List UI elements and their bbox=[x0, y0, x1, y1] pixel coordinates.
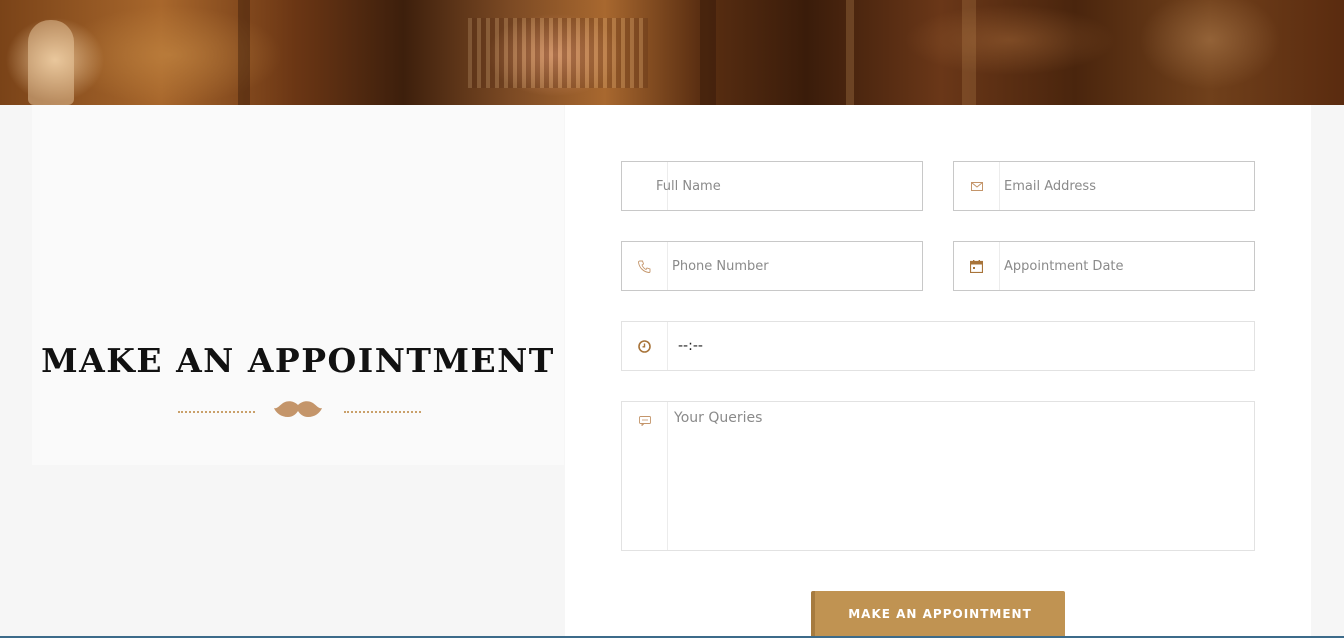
full-name-field bbox=[621, 161, 923, 211]
phone-input[interactable] bbox=[672, 242, 917, 290]
queries-field bbox=[621, 401, 1255, 551]
email-input[interactable] bbox=[1004, 162, 1249, 210]
hero-bottle-shelf-shape bbox=[468, 18, 648, 88]
hero-stripe bbox=[846, 0, 854, 105]
appointment-time-input[interactable] bbox=[678, 322, 1238, 370]
phone-field bbox=[621, 241, 923, 291]
phone-icon bbox=[622, 242, 668, 290]
hero-stripe bbox=[238, 0, 250, 105]
appointment-time-field bbox=[621, 321, 1255, 371]
full-name-input[interactable] bbox=[656, 162, 916, 210]
email-field bbox=[953, 161, 1255, 211]
hero-mannequin-shape bbox=[28, 20, 74, 105]
hero-stripe bbox=[700, 0, 716, 105]
comment-icon bbox=[622, 402, 668, 550]
queries-textarea[interactable] bbox=[674, 402, 1244, 550]
title-divider bbox=[178, 399, 421, 421]
appointment-date-field bbox=[953, 241, 1255, 291]
divider-dots-right bbox=[344, 411, 421, 413]
appointment-date-input[interactable] bbox=[1004, 242, 1249, 290]
make-appointment-button[interactable]: MAKE AN APPOINTMENT bbox=[811, 591, 1065, 638]
divider-dots-left bbox=[178, 411, 255, 413]
envelope-icon bbox=[954, 162, 1000, 210]
mustache-icon bbox=[274, 401, 322, 417]
hero-banner-image bbox=[0, 0, 1344, 105]
appointment-intro-panel: MAKE AN APPOINTMENT bbox=[32, 105, 564, 465]
appointment-form: MAKE AN APPOINTMENT bbox=[565, 105, 1311, 638]
clock-icon bbox=[622, 322, 668, 370]
hero-stripe bbox=[962, 0, 976, 105]
page: MAKE AN APPOINTMENT Full Name Email Addr… bbox=[0, 0, 1344, 638]
section-title: MAKE AN APPOINTMENT bbox=[41, 341, 555, 380]
calendar-icon bbox=[954, 242, 1000, 290]
